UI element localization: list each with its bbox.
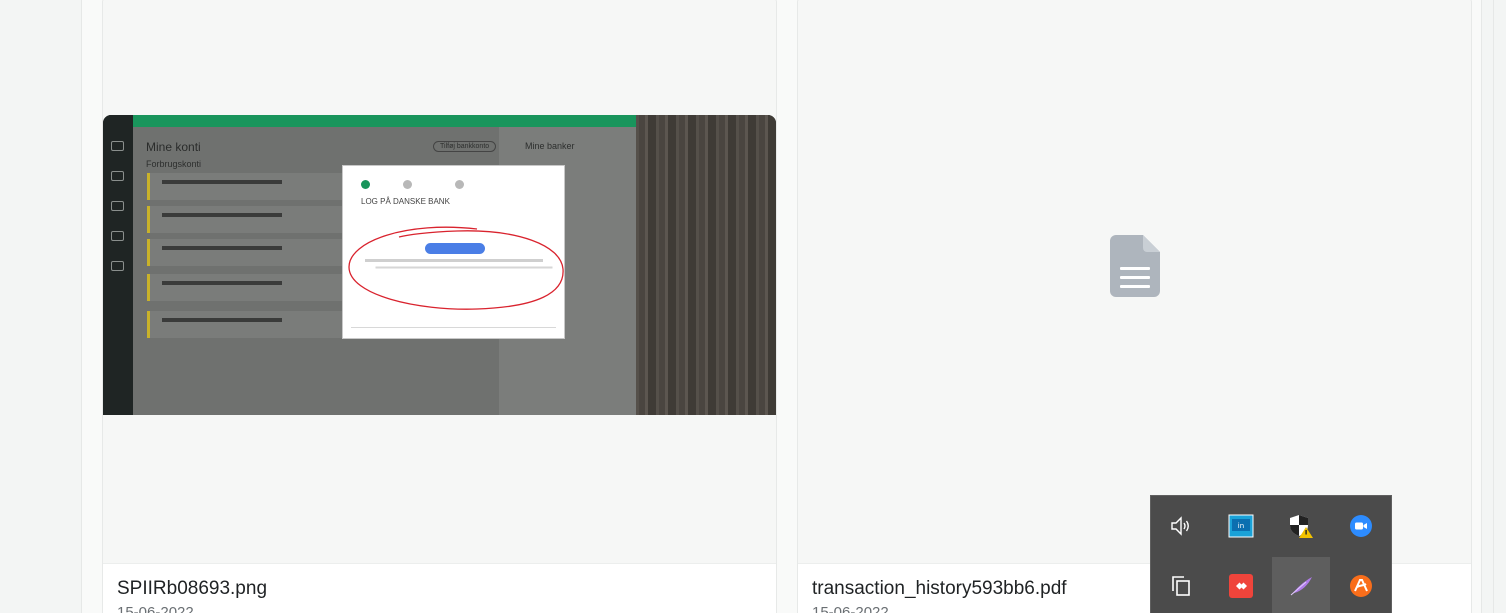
thumb-section: Forbrugskonti [146, 159, 202, 169]
thumb-modal-footer [351, 327, 556, 330]
thumb-steps [361, 180, 481, 190]
thumb-modal-heading: LOG PÅ DANSKE BANK [361, 197, 450, 206]
thumb-account-row [147, 173, 357, 200]
card-footer: SPIIRb08693.png 15-06-2022 [103, 563, 776, 613]
thumb-account-row [147, 274, 357, 301]
screenshot-thumbnail[interactable]: Mine konti Forbrugskonti Tilføj bankkont… [103, 115, 776, 415]
thumb-topbar [133, 115, 638, 127]
document-icon [1110, 235, 1160, 297]
file-card-image[interactable]: Mine konti Forbrugskonti Tilføj bankkont… [102, 0, 777, 613]
security-warning-icon[interactable] [1272, 497, 1330, 555]
avast-icon[interactable] [1332, 557, 1390, 613]
thumb-sidebar [103, 115, 133, 415]
intel-graphics-icon[interactable]: in [1212, 497, 1270, 555]
pdf-preview-area[interactable] [798, 0, 1471, 563]
zoom-icon[interactable] [1332, 497, 1390, 555]
thumb-account-row [147, 206, 357, 233]
thumb-title: Mine konti [146, 140, 201, 154]
feather-pen-icon[interactable] [1272, 557, 1330, 613]
system-tray-overflow: in [1150, 495, 1392, 613]
speaker-icon[interactable] [1152, 497, 1210, 555]
scrollbar[interactable] [1481, 0, 1493, 613]
file-name[interactable]: transaction_history593bb6.pdf [812, 578, 1067, 600]
copy-windows-icon[interactable] [1152, 557, 1210, 613]
file-date: 15-06-2022 [117, 604, 194, 613]
image-preview-area[interactable]: Mine konti Forbrugskonti Tilføj bankkont… [103, 0, 776, 563]
thumb-wood-background [636, 115, 776, 415]
file-date: 15-06-2022 [812, 604, 889, 613]
thumb-side-title: Mine banker [525, 141, 575, 151]
thumb-add-account: Tilføj bankkonto [433, 141, 497, 152]
anydesk-icon[interactable] [1212, 557, 1270, 613]
file-name[interactable]: SPIIRb08693.png [117, 578, 267, 600]
red-annotation-loop [348, 226, 564, 310]
thumb-account-row [147, 311, 357, 338]
svg-text:in: in [1238, 522, 1244, 530]
thumb-account-row [147, 239, 357, 266]
